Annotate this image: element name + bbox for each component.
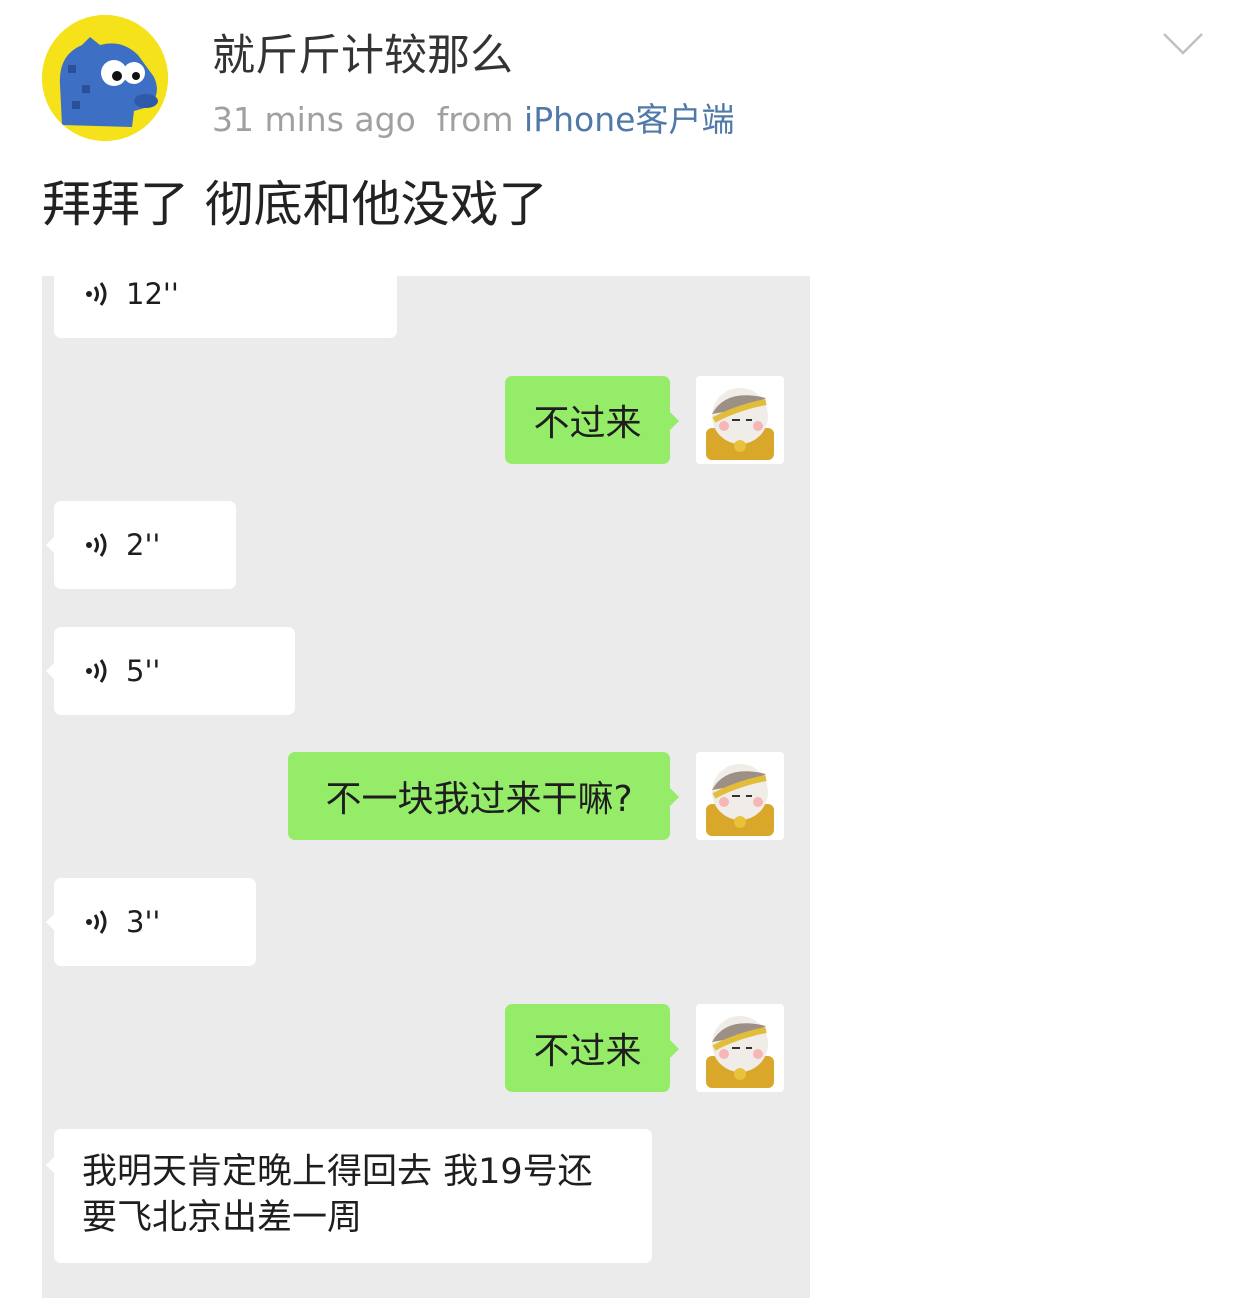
post-username[interactable]: 就斤斤计较那么 — [212, 28, 513, 84]
incoming-message[interactable]: 我明天肯定晚上得回去 我19号还 要飞北京出差一周 — [46, 1129, 652, 1263]
incoming-message-line: 我明天肯定晚上得回去 我19号还 — [82, 1152, 593, 1192]
outgoing-message-text: 不过来 — [533, 403, 642, 444]
hamster-avatar-icon — [696, 752, 784, 840]
voice-wave-icon — [86, 282, 107, 306]
voice-wave-icon — [86, 533, 107, 557]
voice-message[interactable]: 2'' — [46, 501, 236, 589]
sender-avatar[interactable] — [696, 752, 784, 840]
post-source-link[interactable]: iPhone客户端 — [524, 100, 734, 139]
voice-content: 3'' — [84, 905, 160, 939]
voice-duration: 12'' — [126, 277, 179, 311]
voice-content: 5'' — [84, 654, 160, 688]
bubble-tail — [46, 537, 54, 553]
voice-message[interactable]: 12'' — [54, 276, 397, 338]
outgoing-message[interactable]: 不过来 — [505, 1004, 679, 1092]
voice-content: 12'' — [84, 277, 179, 311]
post-text: 拜拜了 彻底和他没戏了 — [42, 176, 548, 233]
hippo-avatar-icon — [42, 15, 168, 141]
incoming-message-text: 我明天肯定晚上得回去 我19号还 要飞北京出差一周 — [82, 1149, 632, 1241]
voice-duration: 2'' — [126, 528, 161, 562]
bubble-tail — [670, 1040, 679, 1058]
from-label: from — [436, 100, 514, 139]
voice-duration: 5'' — [126, 654, 161, 688]
bubble-tail — [46, 914, 54, 930]
outgoing-message-text: 不一块我过来干嘛? — [325, 779, 633, 820]
sender-avatar[interactable] — [696, 376, 784, 464]
voice-wave-icon — [86, 659, 107, 683]
outgoing-message[interactable]: 不过来 — [505, 376, 679, 464]
bubble-tail — [670, 788, 679, 806]
voice-wave-icon — [86, 910, 107, 934]
hamster-avatar-icon — [696, 376, 784, 464]
voice-content: 2'' — [84, 528, 160, 562]
bubble-tail — [46, 1157, 54, 1173]
incoming-message-line: 要飞北京出差一周 — [82, 1198, 363, 1238]
chevron-down-icon[interactable] — [1162, 30, 1204, 58]
post-meta: 31 mins ago from iPhone客户端 — [212, 98, 734, 142]
user-avatar[interactable] — [42, 15, 168, 141]
sender-avatar[interactable] — [696, 1004, 784, 1092]
voice-message[interactable]: 5'' — [46, 627, 295, 715]
chat-screenshot: 12'' 不过来 2'' 5'' 不一块我过来干嘛? 3'' 不过来 我明天肯定… — [42, 276, 810, 1298]
voice-duration: 3'' — [126, 905, 161, 939]
bubble-tail — [46, 663, 54, 679]
hamster-avatar-icon — [696, 1004, 784, 1092]
bubble-tail — [670, 412, 679, 430]
outgoing-message[interactable]: 不一块我过来干嘛? — [288, 752, 679, 840]
post-time: 31 mins ago — [212, 100, 416, 139]
outgoing-message-text: 不过来 — [533, 1031, 642, 1072]
voice-message[interactable]: 3'' — [46, 878, 256, 966]
